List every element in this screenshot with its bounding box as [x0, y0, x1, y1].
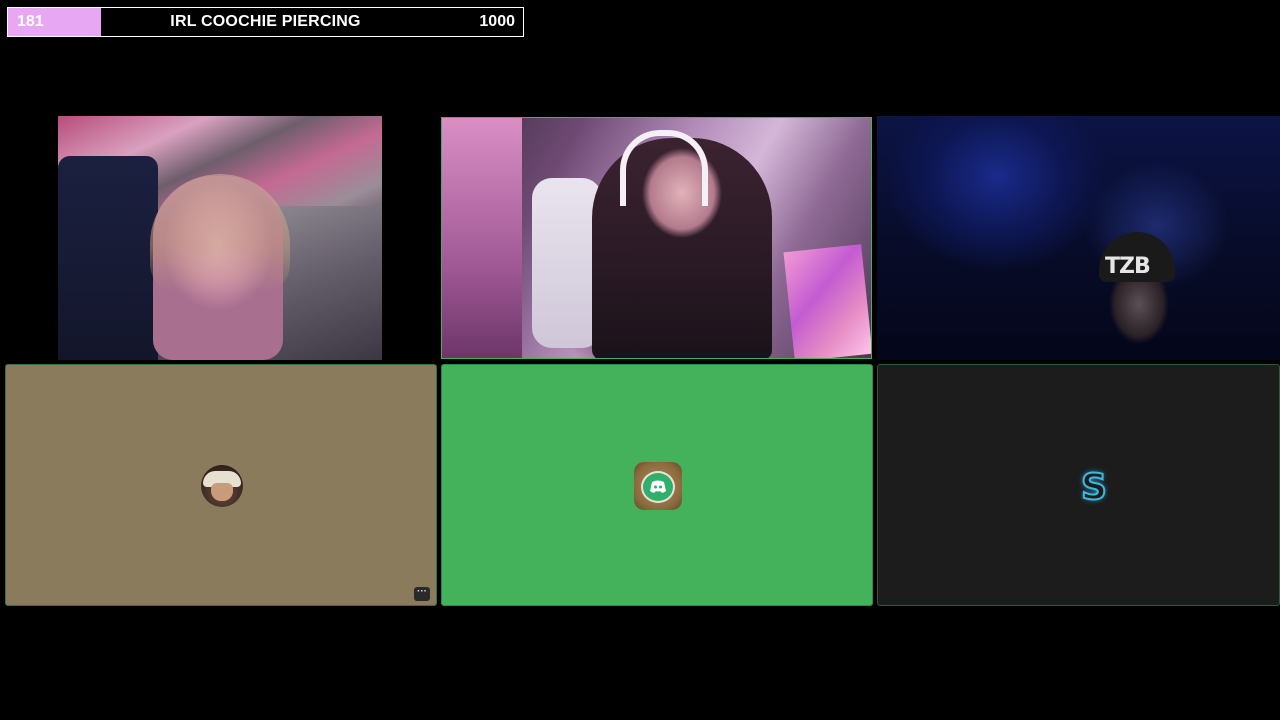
participant-video-2[interactable]: [441, 117, 872, 359]
beanie-logo-text: TZB: [1105, 254, 1151, 279]
avatar-face: [211, 483, 233, 501]
sub-goal-title: IRL COOCHIE PIERCING: [170, 13, 361, 30]
participant-video-3[interactable]: TZB: [877, 116, 1280, 360]
pink-light-wall: [442, 118, 522, 358]
participant-avatar-1[interactable]: ···: [5, 364, 437, 606]
headphones: [620, 130, 708, 206]
more-options-button[interactable]: ···: [414, 587, 430, 601]
participant-avatar-2[interactable]: [441, 364, 873, 606]
anime-poster: [783, 244, 871, 358]
discord-avatar-icon: [634, 462, 682, 510]
cowboy-avatar-icon: [201, 465, 243, 507]
s-letter-avatar-icon: S: [1073, 465, 1115, 507]
participant-avatar-3[interactable]: S: [877, 364, 1280, 606]
participant-video-1[interactable]: [58, 116, 382, 360]
discord-logo-icon: [641, 471, 675, 503]
sub-goal-target-count: 1000: [479, 13, 515, 30]
avatar-letter: S: [1080, 466, 1108, 507]
gaming-chair: [58, 156, 158, 360]
sub-goal-bar: 181 IRL COOCHIE PIERCING 1000: [7, 7, 524, 37]
